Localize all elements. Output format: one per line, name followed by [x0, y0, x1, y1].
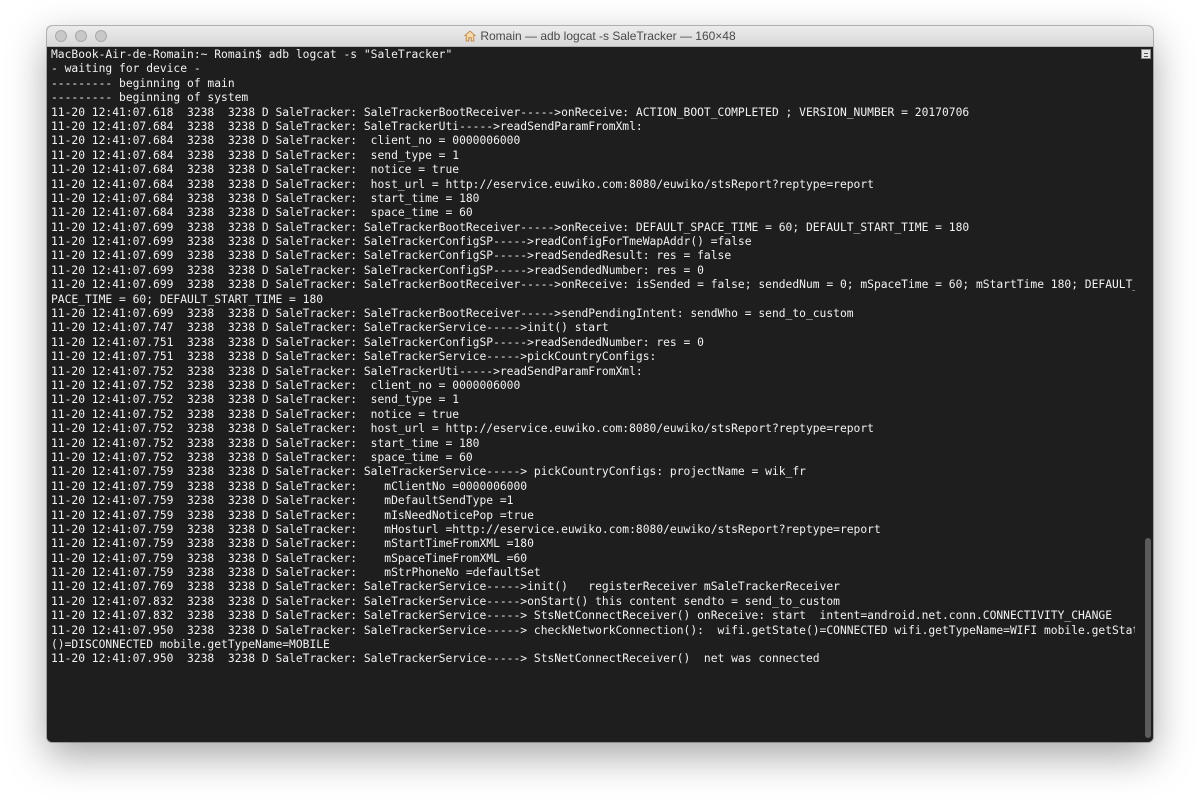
terminal-line: 11-20 12:41:07.618 3238 3238 D SaleTrack… — [51, 105, 970, 119]
terminal-line: MacBook-Air-de-Romain:~ Romain$ adb logc… — [51, 48, 453, 61]
terminal-line: 11-20 12:41:07.699 3238 3238 D SaleTrack… — [51, 249, 732, 263]
scroll-track[interactable] — [1145, 63, 1151, 738]
terminal-line: 11-20 12:41:07.684 3238 3238 D SaleTrack… — [51, 134, 521, 148]
terminal-line: 11-20 12:41:07.752 3238 3238 D SaleTrack… — [51, 407, 460, 421]
terminal-line: --------- beginning of main — [51, 76, 235, 90]
terminal-line: 11-20 12:41:07.684 3238 3238 D SaleTrack… — [51, 177, 874, 191]
terminal-line: --------- beginning of system — [51, 91, 249, 105]
terminal-line: 11-20 12:41:07.699 3238 3238 D SaleTrack… — [51, 220, 970, 234]
terminal-line: 11-20 12:41:07.759 3238 3238 D SaleTrack… — [51, 537, 534, 551]
terminal-line: 11-20 12:41:07.751 3238 3238 D SaleTrack… — [51, 335, 704, 349]
terminal-line: 11-20 12:41:07.950 3238 3238 D SaleTrack… — [51, 652, 820, 666]
terminal-line: 11-20 12:41:07.752 3238 3238 D SaleTrack… — [51, 378, 521, 392]
terminal-line: 11-20 12:41:07.684 3238 3238 D SaleTrack… — [51, 148, 460, 162]
terminal-line: 11-20 12:41:07.759 3238 3238 D SaleTrack… — [51, 551, 528, 565]
terminal-line: 11-20 12:41:07.759 3238 3238 D SaleTrack… — [51, 508, 534, 522]
window-title-group: Romain — adb logcat -s SaleTracker — 160… — [464, 29, 736, 43]
split-pane-button[interactable] — [1141, 49, 1151, 59]
terminal-window[interactable]: Romain — adb logcat -s SaleTracker — 160… — [47, 26, 1153, 742]
terminal-line: 11-20 12:41:07.752 3238 3238 D SaleTrack… — [51, 450, 473, 464]
window-controls — [55, 30, 107, 42]
terminal-line: 11-20 12:41:07.832 3238 3238 D SaleTrack… — [51, 594, 840, 608]
terminal-line: - waiting for device - — [51, 62, 201, 76]
terminal-line: 11-20 12:41:07.684 3238 3238 D SaleTrack… — [51, 119, 643, 133]
terminal-line: 11-20 12:41:07.699 3238 3238 D SaleTrack… — [51, 263, 704, 277]
terminal-line: 11-20 12:41:07.759 3238 3238 D SaleTrack… — [51, 494, 514, 508]
terminal-line: 11-20 12:41:07.759 3238 3238 D SaleTrack… — [51, 566, 541, 580]
terminal-line: 11-20 12:41:07.684 3238 3238 D SaleTrack… — [51, 191, 480, 205]
title-bar[interactable]: Romain — adb logcat -s SaleTracker — 160… — [47, 26, 1153, 47]
minimize-button[interactable] — [75, 30, 87, 42]
terminal-output[interactable]: MacBook-Air-de-Romain:~ Romain$ adb logc… — [47, 47, 1139, 742]
terminal-line: 11-20 12:41:07.752 3238 3238 D SaleTrack… — [51, 422, 874, 436]
terminal-line: 11-20 12:41:07.832 3238 3238 D SaleTrack… — [51, 609, 1113, 623]
scroll-thumb[interactable] — [1145, 538, 1151, 738]
terminal-line: 11-20 12:41:07.684 3238 3238 D SaleTrack… — [51, 206, 473, 220]
terminal-line: 11-20 12:41:07.684 3238 3238 D SaleTrack… — [51, 163, 460, 177]
terminal-line: 11-20 12:41:07.699 3238 3238 D SaleTrack… — [51, 278, 1135, 292]
terminal-line: 11-20 12:41:07.752 3238 3238 D SaleTrack… — [51, 436, 480, 450]
scrollbar[interactable] — [1139, 47, 1153, 742]
home-icon — [464, 30, 477, 42]
terminal-line: 11-20 12:41:07.752 3238 3238 D SaleTrack… — [51, 393, 460, 407]
zoom-button[interactable] — [95, 30, 107, 42]
terminal-line: 11-20 12:41:07.699 3238 3238 D SaleTrack… — [51, 235, 752, 249]
window-title: Romain — adb logcat -s SaleTracker — 160… — [480, 29, 736, 43]
terminal-line: ()=DISCONNECTED mobile.getTypeName=MOBIL… — [51, 638, 330, 652]
close-button[interactable] — [55, 30, 67, 42]
terminal-line: 11-20 12:41:07.752 3238 3238 D SaleTrack… — [51, 364, 643, 378]
terminal-line: 11-20 12:41:07.751 3238 3238 D SaleTrack… — [51, 350, 657, 364]
terminal-line: 11-20 12:41:07.769 3238 3238 D SaleTrack… — [51, 580, 840, 594]
terminal-line: 11-20 12:41:07.699 3238 3238 D SaleTrack… — [51, 307, 854, 321]
terminal-line: PACE_TIME = 60; DEFAULT_START_TIME = 180 — [51, 292, 324, 306]
terminal-line: 11-20 12:41:07.950 3238 3238 D SaleTrack… — [51, 623, 1135, 637]
terminal-line: 11-20 12:41:07.759 3238 3238 D SaleTrack… — [51, 522, 881, 536]
terminal-line: 11-20 12:41:07.759 3238 3238 D SaleTrack… — [51, 465, 806, 479]
terminal-line: 11-20 12:41:07.747 3238 3238 D SaleTrack… — [51, 321, 609, 335]
terminal-line: 11-20 12:41:07.759 3238 3238 D SaleTrack… — [51, 479, 528, 493]
